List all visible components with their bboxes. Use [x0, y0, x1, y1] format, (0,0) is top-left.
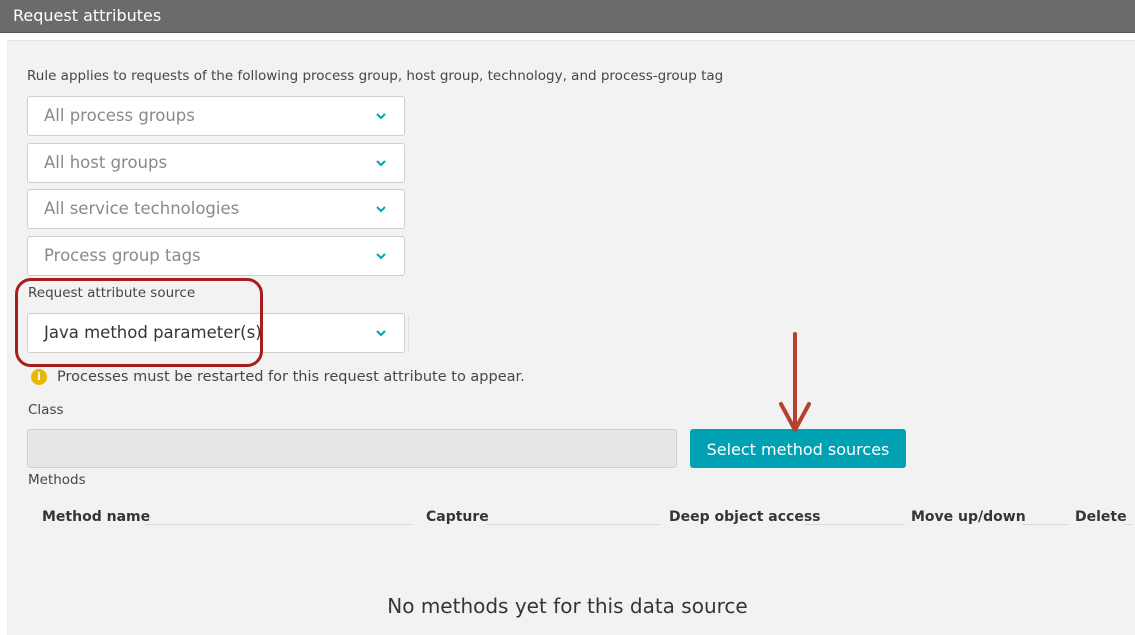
methods-label: Methods	[28, 472, 86, 488]
column-capture: Capture	[426, 509, 489, 525]
class-label: Class	[28, 402, 64, 418]
process-group-select[interactable]: All process groups	[27, 96, 405, 136]
column-divider	[1022, 524, 1068, 525]
chevron-down-icon	[376, 253, 386, 260]
divider	[408, 315, 409, 353]
chevron-down-icon	[376, 113, 386, 120]
restart-notice: Processes must be restarted for this req…	[57, 369, 525, 385]
info-icon: i	[31, 369, 47, 385]
column-divider	[805, 524, 905, 525]
column-divider	[1124, 524, 1132, 525]
column-deep-object-access: Deep object access	[669, 509, 821, 525]
column-method-name: Method name	[42, 509, 151, 525]
empty-state-message: No methods yet for this data source	[387, 594, 748, 618]
chevron-down-icon	[376, 330, 386, 337]
chevron-down-icon	[376, 160, 386, 167]
chevron-down-icon	[376, 206, 386, 213]
class-input[interactable]	[27, 429, 677, 468]
service-technology-select[interactable]: All service technologies	[27, 189, 405, 229]
column-delete: Delete	[1075, 509, 1127, 525]
column-divider	[486, 524, 660, 525]
service-technology-select-value: All service technologies	[44, 199, 240, 218]
process-group-tags-select-value: Process group tags	[44, 246, 201, 265]
host-group-select-value: All host groups	[44, 153, 168, 172]
process-group-select-value: All process groups	[44, 106, 195, 125]
highlight-annotation	[15, 278, 263, 367]
process-group-tags-select[interactable]: Process group tags	[27, 236, 405, 276]
column-divider	[145, 524, 413, 525]
arrow-down-annotation-icon	[779, 332, 811, 432]
rule-description: Rule applies to requests of the followin…	[27, 68, 724, 84]
host-group-select[interactable]: All host groups	[27, 143, 405, 183]
column-move-up-down: Move up/down	[911, 509, 1026, 525]
window-title: Request attributes	[0, 0, 1135, 33]
